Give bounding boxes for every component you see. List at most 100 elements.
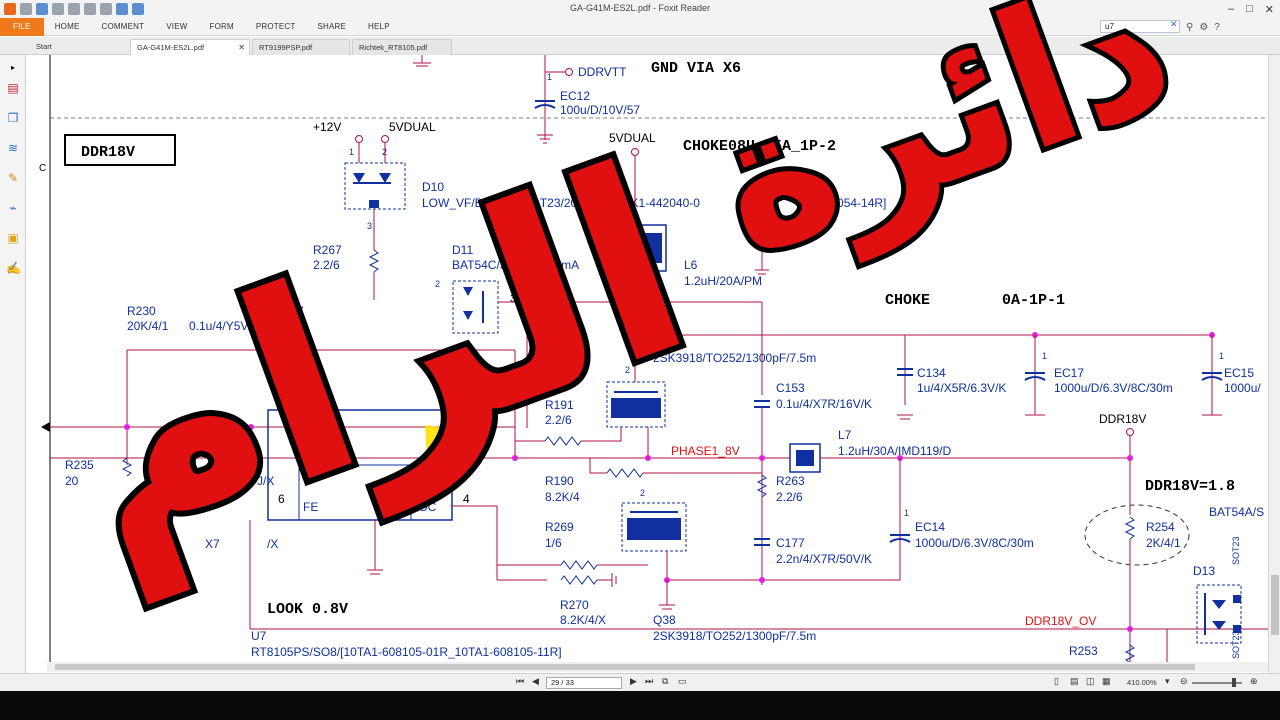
q38-name: Q38 — [653, 613, 676, 627]
continuous-facing-icon[interactable]: ▦ — [1102, 676, 1111, 687]
pin-number: 2 — [382, 147, 387, 157]
ec12-value: 100u/D/10V/57 — [560, 103, 640, 117]
tab-protect[interactable]: PROTECT — [245, 18, 307, 36]
ec15-name: EC15 — [1224, 366, 1254, 380]
settings-icon[interactable]: ⚙ — [1199, 22, 1208, 33]
l6-name: L6 — [684, 258, 698, 272]
page-number-input[interactable]: 29 / 33 — [546, 677, 622, 689]
pin-number: 1 — [904, 508, 909, 518]
tab-file[interactable]: FILE — [0, 17, 44, 36]
pin-number: 2 — [625, 365, 630, 375]
5vdual-label-b: 5VDUAL — [609, 131, 656, 145]
tab-home[interactable]: HOME — [44, 18, 91, 36]
search-icon[interactable]: ⚲ — [1186, 22, 1193, 33]
pin-number: 2 — [435, 279, 440, 289]
layers-icon[interactable]: ≋ — [6, 141, 20, 155]
5vdual-label-a: 5VDUAL — [389, 120, 436, 134]
first-page-icon[interactable]: ⏮ — [516, 676, 524, 687]
horizontal-scroll-thumb[interactable] — [55, 664, 1195, 670]
r230-value: 20K/4/1 — [127, 319, 169, 333]
d11-name: D11 — [452, 243, 473, 257]
doc-tab-label: Richtek_RT8105.pdf — [359, 43, 428, 52]
tab-view[interactable]: VIEW — [155, 18, 198, 36]
zoom-slider-knob[interactable] — [1232, 678, 1236, 687]
help-icon[interactable]: ? — [1214, 22, 1220, 33]
close-icon[interactable]: ✕ — [1265, 3, 1274, 16]
c-frag-jx: J/X — [257, 474, 274, 488]
comments-icon[interactable]: ✎ — [6, 171, 20, 185]
single-page-icon[interactable]: ▯ — [1054, 676, 1059, 687]
r254-value: 2K/4/1 — [1146, 536, 1181, 550]
l6-value: 1.2uH/20A/PM — [684, 274, 762, 288]
maximize-icon[interactable]: □ — [1246, 3, 1253, 15]
q20-name: Q20 — [653, 335, 676, 349]
ddr18v-eq-label: DDR18V=1.8 — [1145, 478, 1235, 495]
pin-number: 1 — [1219, 351, 1224, 361]
foxit-reader-window: GA-G41M-ES2L.pdf - Foxit Reader – □ ✕ FI… — [0, 0, 1280, 720]
vertical-scrollbar[interactable] — [1268, 55, 1280, 675]
r253-name: R253 — [1069, 644, 1098, 658]
doc-tab-rt9199[interactable]: RT9199PSP.pdf — [252, 39, 350, 55]
previous-page-icon[interactable]: ◀ — [532, 676, 539, 687]
document-page-view[interactable]: C DDRVTT GND VIA X6 1 EC12 100u/D/10V/57 — [27, 55, 1268, 662]
margin-letter: C — [39, 163, 46, 174]
tab-form[interactable]: FORM — [199, 18, 245, 36]
d11-value: BAT54C/SOT23/200mA — [452, 258, 579, 272]
taskbar-strip — [0, 691, 1280, 720]
clear-search-icon[interactable]: ✕ — [1170, 19, 1178, 30]
choke-top-label: CHOKE08U_15A_1P-2 — [683, 138, 836, 155]
zoom-level[interactable]: 410.00% — [1127, 678, 1157, 687]
r263-value: 2.2/6 — [776, 490, 803, 504]
r235-value: 20 — [65, 474, 79, 488]
pin-number: 1 — [547, 72, 552, 82]
doc-tab-start[interactable]: Start — [30, 39, 125, 55]
security-lock-icon[interactable]: ▣ — [6, 231, 20, 245]
facing-page-icon[interactable]: ◫ — [1086, 676, 1095, 687]
doc-tab-ga-g41m[interactable]: GA-G41M-ES2L.pdf ✕ — [130, 39, 250, 55]
zoom-dropdown-icon[interactable]: ▾ — [1165, 676, 1170, 687]
u7-fb-pin: FE — [303, 500, 318, 514]
zoom-in-icon[interactable]: ⊕ — [1250, 676, 1258, 687]
window-controls: – □ ✕ — [1228, 0, 1274, 18]
c153-value: 0.1u/4/X7R/16V/K — [776, 397, 872, 411]
collapse-panel-icon[interactable]: ▸ — [6, 61, 20, 75]
continuous-page-icon[interactable]: ▤ — [1070, 676, 1079, 687]
c-frag-x: /X — [267, 537, 278, 551]
tab-comment[interactable]: COMMENT — [91, 18, 156, 36]
minimize-icon[interactable]: – — [1228, 3, 1234, 15]
margin-arrow-icon — [41, 422, 50, 432]
view-mode-icon[interactable]: ⧉ — [662, 676, 668, 687]
doc-tab-richtek[interactable]: Richtek_RT8105.pdf — [352, 39, 452, 55]
pin-number: 6 — [278, 492, 285, 506]
pages-icon[interactable]: ❐ — [6, 111, 20, 125]
r230-name: R230 — [127, 304, 156, 318]
pin-number: 1 — [1042, 351, 1047, 361]
search-input[interactable]: u7 — [1100, 20, 1180, 33]
zoom-out-icon[interactable]: ⊖ — [1180, 676, 1188, 687]
next-page-icon[interactable]: ▶ — [630, 676, 637, 687]
close-tab-icon[interactable]: ✕ — [238, 40, 245, 56]
document-tabs: Start GA-G41M-ES2L.pdf ✕ RT9199PSP.pdf R… — [0, 37, 1280, 55]
fit-page-icon[interactable]: ▭ — [678, 676, 687, 687]
signature-icon[interactable]: ✍ — [6, 261, 21, 275]
ec17-name: EC17 — [1054, 366, 1084, 380]
c134-value: 1u/4/X5R/6.3V/K — [917, 381, 1006, 395]
doc-tab-label: GA-G41M-ES2L.pdf — [137, 43, 205, 52]
r191-value: 2.2/6 — [545, 413, 572, 427]
ddr18v-ov-net: DDR18V_OV — [1025, 614, 1096, 628]
q20-value: 2SK3918/TO252/1300pF/7.5m — [653, 351, 816, 365]
tab-share[interactable]: SHARE — [306, 18, 357, 36]
bat54a-label: BAT54A/S — [1209, 505, 1264, 519]
sot23-label-b: SOT23 — [1231, 630, 1241, 659]
r191-name: R191 — [545, 398, 574, 412]
horizontal-scrollbar[interactable] — [47, 662, 1268, 672]
l7-name: L7 — [838, 428, 852, 442]
vertical-scroll-thumb[interactable] — [1271, 575, 1279, 635]
title-bar: GA-G41M-ES2L.pdf - Foxit Reader – □ ✕ — [0, 0, 1280, 18]
last-page-icon[interactable]: ⏭ — [645, 676, 653, 687]
tab-help[interactable]: HELP — [357, 18, 401, 36]
r190-name: R190 — [545, 474, 574, 488]
bookmark-icon[interactable]: ▤ — [6, 81, 20, 95]
ec12-name: EC12 — [560, 89, 590, 103]
attachment-icon[interactable]: ⌁ — [6, 201, 20, 215]
